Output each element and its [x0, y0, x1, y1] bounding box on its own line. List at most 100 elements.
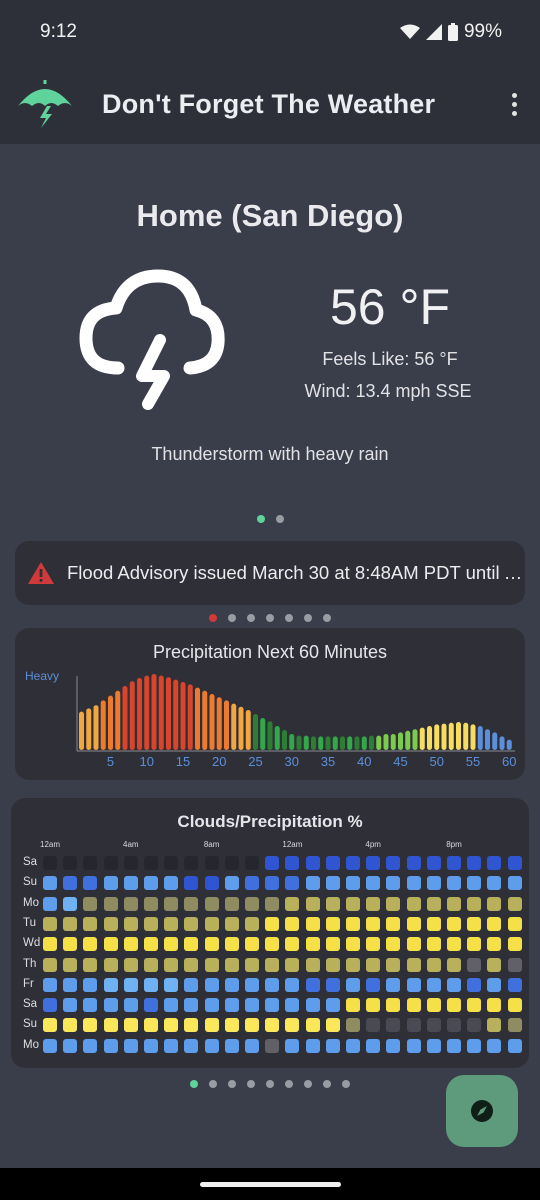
compass-fab-button[interactable]: [446, 1075, 518, 1147]
precipitation-bar: [129, 681, 135, 750]
pager-dot[interactable]: [266, 614, 274, 622]
pager-dot[interactable]: [247, 614, 255, 622]
heatmap-cell: [204, 1038, 219, 1053]
pager-dot[interactable]: [323, 614, 331, 622]
heatmap-cell: [245, 937, 259, 952]
heatmap-cell: [103, 896, 118, 911]
pager-dot[interactable]: [209, 614, 217, 622]
heatmap-cell: [467, 1018, 482, 1033]
heatmap-cell: [467, 876, 482, 891]
precipitation-bar: [187, 684, 193, 750]
precipitation-x-ticks: 5 10 15 20 25 30 35 40 45 50 55 60: [15, 754, 525, 772]
pager-dot[interactable]: [304, 1080, 312, 1088]
heatmap-cell: [43, 856, 57, 870]
current-pager-dots[interactable]: [0, 515, 540, 523]
heatmap-cell: [224, 916, 239, 931]
heatmap-cell: [144, 856, 158, 870]
pager-dot[interactable]: [275, 515, 284, 523]
heatmap-cell: [346, 937, 360, 952]
heatmap-cell: [43, 916, 57, 931]
heatmap-cell: [386, 957, 401, 972]
precipitation-bar: [166, 677, 171, 750]
precipitation-bar: [340, 736, 345, 750]
heatmap-cell: [83, 977, 98, 992]
heatmap-cell: [144, 977, 158, 992]
precipitation-bar: [122, 686, 128, 750]
precipitation-tick-label: 20: [212, 754, 227, 769]
precipitation-bar: [86, 708, 92, 750]
heatmap-cell: [447, 916, 461, 931]
precipitation-bar: [274, 726, 280, 750]
heatmap-cell: [123, 957, 138, 972]
heatmap-cell: [366, 977, 381, 992]
heatmap-cell: [144, 937, 158, 952]
heatmap-cell: [426, 937, 441, 952]
pager-dot[interactable]: [190, 1080, 198, 1088]
heatmap-cell: [123, 896, 138, 911]
heatmap-cell: [406, 977, 421, 992]
heatmap-cell: [164, 1018, 179, 1033]
heatmap-cell: [204, 1018, 219, 1033]
wifi-icon: [399, 24, 420, 39]
pager-dot[interactable]: [323, 1080, 331, 1088]
pager-dot[interactable]: [228, 1080, 236, 1088]
heatmap-cell: [487, 1018, 502, 1033]
heatmap-cell: [426, 957, 441, 972]
heatmap-cell: [265, 977, 280, 992]
heatmap-cell: [144, 916, 158, 931]
heatmap-cell: [144, 957, 158, 972]
home-gesture-handle[interactable]: [200, 1182, 341, 1187]
heatmap-cell: [164, 896, 179, 911]
clouds-card[interactable]: Clouds/Precipitation % 12am 4am 8am 12am 4pm…: [11, 798, 529, 1068]
heatmap-cell: [467, 998, 482, 1013]
precipitation-bar: [427, 726, 432, 750]
alert-pager-dots[interactable]: [0, 614, 540, 622]
heatmap-cell: [447, 1018, 461, 1033]
heatmap-cell: [507, 1038, 522, 1053]
heatmap-cell: [406, 896, 421, 911]
signal-icon: [425, 24, 442, 40]
heatmap-cell: [366, 876, 381, 891]
hour-label: 8pm: [446, 840, 462, 849]
heatmap-cell: [103, 937, 118, 952]
heatmap-cell: [144, 896, 158, 911]
pager-dot[interactable]: [285, 614, 293, 622]
day-label: Sa: [23, 856, 38, 868]
heatmap-cell: [447, 977, 461, 992]
heatmap-cell: [447, 856, 461, 870]
heatmap-cell: [346, 998, 360, 1013]
pager-dot[interactable]: [209, 1080, 217, 1088]
heatmap-cell: [426, 896, 441, 911]
heatmap-cell: [265, 937, 280, 952]
pager-dot[interactable]: [304, 614, 312, 622]
pager-dot[interactable]: [285, 1080, 293, 1088]
heatmap-cell: [265, 998, 280, 1013]
precipitation-card[interactable]: Precipitation Next 60 Minutes Heavy 5 10 1…: [15, 628, 525, 780]
heatmap-cell: [426, 1018, 441, 1033]
heatmap-cell: [103, 856, 118, 870]
pager-dot[interactable]: [256, 515, 265, 523]
alert-card[interactable]: Flood Advisory issued March 30 at 8:48AM…: [15, 541, 525, 605]
pager-dot[interactable]: [247, 1080, 255, 1088]
precipitation-bar: [231, 703, 237, 750]
heatmap-cell: [63, 998, 78, 1013]
app-bar: Don't Forget The Weather: [0, 64, 540, 144]
pager-dot[interactable]: [228, 614, 236, 622]
precipitation-bar: [144, 675, 150, 750]
precipitation-bar: [499, 736, 505, 750]
heatmap-cell: [507, 856, 522, 870]
hour-label: 12am: [39, 840, 61, 849]
heatmap-cell: [63, 977, 78, 992]
precipitation-bar: [195, 687, 200, 750]
hour-label: 12am: [282, 840, 303, 849]
pager-dot[interactable]: [266, 1080, 274, 1088]
pager-dot[interactable]: [342, 1080, 350, 1088]
heatmap-cell: [83, 1038, 98, 1053]
heatmap-cell: [224, 957, 239, 972]
overflow-menu-button[interactable]: [504, 92, 524, 116]
precipitation-tick-label: 60: [502, 754, 517, 769]
precipitation-tick-label: 5: [106, 754, 115, 769]
hour-label: 4am: [123, 840, 139, 849]
heatmap-cell: [184, 957, 199, 972]
heatmap-cell: [305, 876, 320, 891]
